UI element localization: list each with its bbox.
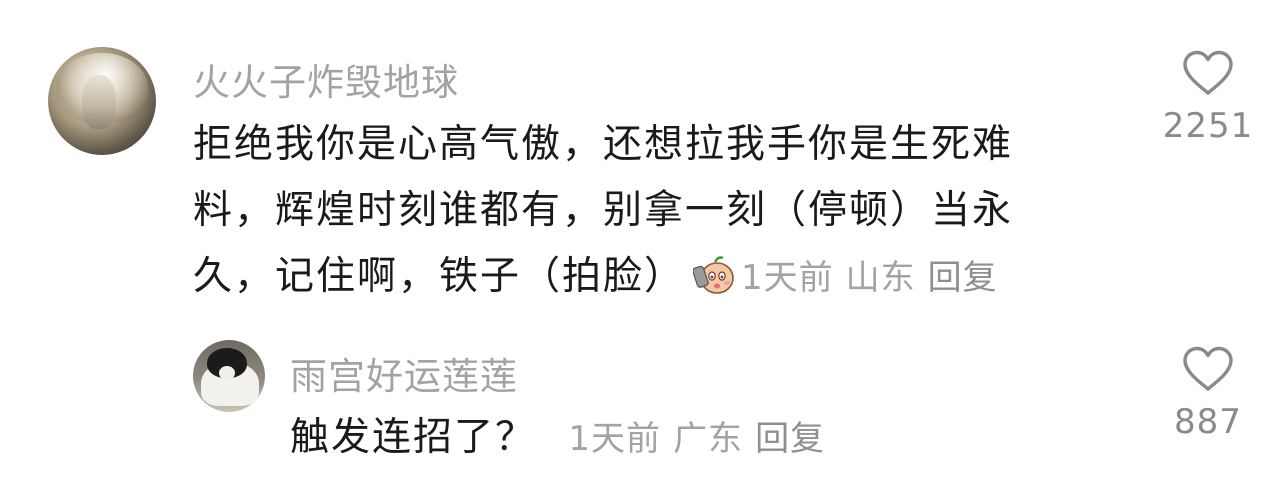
comment-line: 料，辉煌时刻谁都有，别拿一刻（停顿）当永 xyxy=(193,188,1014,233)
comment-body[interactable]: 拒绝我你是心高气傲，还想拉我手你是生死难 料，辉煌时刻谁都有，别拿一刻（停顿）当… xyxy=(193,112,1073,311)
slap-face-emoji-icon xyxy=(693,256,734,294)
comment-line: 触发连招了？ xyxy=(290,415,537,460)
comment-username[interactable]: 雨宫好运莲莲 xyxy=(290,346,518,400)
avatar-face xyxy=(82,75,116,129)
comment-location: 广东 xyxy=(673,419,744,459)
comment-time: 1天前 xyxy=(568,419,662,459)
comment-time: 1天前 xyxy=(741,258,834,298)
heart-outline-icon xyxy=(1183,50,1233,95)
like-button[interactable]: 2251 xyxy=(1160,50,1256,146)
like-count: 887 xyxy=(1174,402,1242,442)
comment-section: 火火子炸毁地球 拒绝我你是心高气傲，还想拉我手你是生死难 料，辉煌时刻谁都有，别… xyxy=(0,0,1284,485)
like-button[interactable]: 887 xyxy=(1160,346,1256,442)
reply-button[interactable]: 回复 xyxy=(755,419,825,459)
comment-body[interactable]: 触发连招了？ 1天前 广东 回复 xyxy=(290,405,837,472)
comment-line: 拒绝我你是心高气傲，还想拉我手你是生死难 xyxy=(193,122,1014,167)
comment-location: 山东 xyxy=(845,258,916,298)
comment-line-with-meta: 久，记住啊，铁子（拍脸） 1天前 山东 回复 xyxy=(193,244,1073,311)
comment-meta: 1天前 广东 回复 xyxy=(568,419,837,459)
heart-outline-icon xyxy=(1183,346,1233,391)
like-count: 2251 xyxy=(1162,106,1254,146)
reply-button[interactable]: 回复 xyxy=(928,258,998,298)
avatar[interactable] xyxy=(48,47,156,155)
avatar[interactable] xyxy=(193,340,265,412)
comment-line: 久，记住啊，铁子（拍脸） xyxy=(193,254,686,299)
comment-username[interactable]: 火火子炸毁地球 xyxy=(193,52,459,106)
avatar-cat-nose xyxy=(219,366,235,380)
comment-meta: 1天前 山东 回复 xyxy=(741,258,1010,298)
